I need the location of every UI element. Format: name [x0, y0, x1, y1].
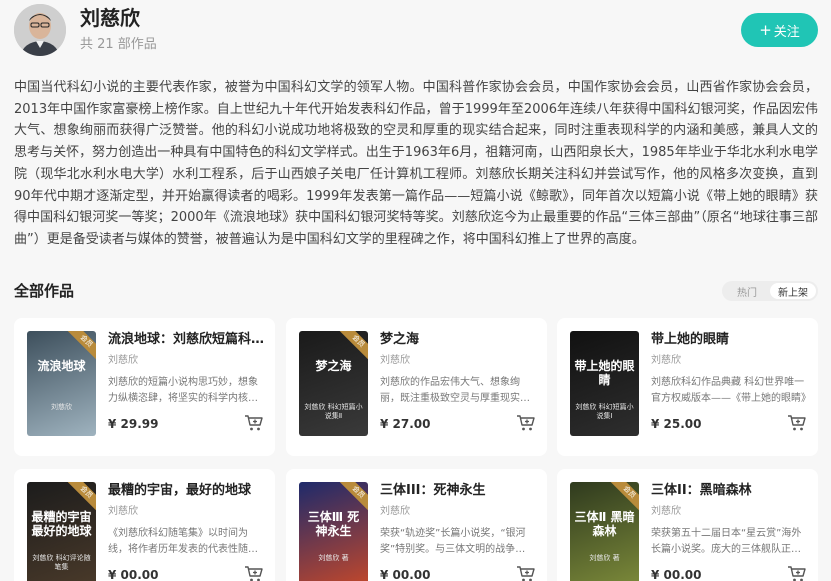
book-price: ¥ 00.00	[380, 568, 431, 581]
cover-title: 带上她的眼睛	[574, 359, 635, 387]
author-bio: 中国当代科幻小说的主要代表作家，被誉为中国科幻文学的领军人物。中国科普作家协会会…	[14, 80, 818, 247]
sort-toggle: 热门 新上架	[722, 281, 818, 301]
book-title[interactable]: 最糟的宇宙，最好的地球	[108, 482, 265, 500]
book-card[interactable]: 三体Ⅲ 死神永生 刘慈欣 著 会员 三体III：死神永生 刘慈欣 荣获“轨迹奖”…	[286, 469, 547, 581]
member-badge: 会员	[66, 482, 96, 512]
book-card[interactable]: 带上她的眼睛 刘慈欣 科幻短篇小说集Ⅰ 带上她的眼睛 刘慈欣 刘慈欣科幻作品典藏…	[557, 318, 818, 456]
book-price: ¥ 25.00	[651, 417, 702, 431]
book-title[interactable]: 三体III：死神永生	[380, 482, 537, 500]
book-description: 荣获第五十二届日本“星云赏”海外长篇小说奖。庞大的三体舰队正向地球进发	[651, 528, 802, 555]
add-to-cart-icon[interactable]	[787, 565, 807, 581]
author-page: 刘慈欣 共 21 部作品 + 关注 中国当代科幻小说的主要代表作家，被誉为中国科…	[0, 0, 831, 581]
book-author[interactable]: 刘慈欣	[380, 505, 410, 518]
works-count: 共 21 部作品	[80, 37, 157, 52]
book-description: 刘慈欣科幻作品典藏 科幻世界唯一官方权威版本——《带上她的眼睛》	[651, 377, 806, 404]
cover-subtitle: 刘慈欣 科幻评论随笔集	[32, 554, 91, 571]
book-cover[interactable]: 带上她的眼睛 刘慈欣 科幻短篇小说集Ⅰ	[570, 331, 639, 436]
cover-title: 梦之海	[315, 359, 352, 373]
add-to-cart-icon[interactable]	[244, 565, 264, 581]
cover-subtitle: 刘慈欣 科幻短篇小说集Ⅱ	[304, 403, 363, 420]
book-cover[interactable]: 三体Ⅲ 死神永生 刘慈欣 著 会员	[299, 482, 368, 581]
sort-option-hot[interactable]: 热门	[724, 283, 770, 299]
book-title[interactable]: 流浪地球：刘慈欣短篇科幻小说集	[108, 331, 265, 349]
book-author[interactable]: 刘慈欣	[108, 505, 138, 518]
book-author[interactable]: 刘慈欣	[108, 354, 138, 367]
add-to-cart-icon[interactable]	[244, 414, 264, 432]
avatar[interactable]	[14, 4, 66, 56]
author-name: 刘慈欣	[80, 6, 140, 30]
cover-subtitle: 刘慈欣 著	[589, 554, 620, 562]
add-to-cart-icon[interactable]	[516, 414, 536, 432]
book-description: 荣获“轨迹奖”长篇小说奖，“银河奖”特别奖。与三体文明的战争使人类首次看到了宇宙…	[380, 528, 526, 555]
sort-option-new[interactable]: 新上架	[770, 283, 816, 299]
cover-subtitle: 刘慈欣	[51, 403, 72, 411]
member-badge: 会员	[338, 482, 368, 512]
book-description: 刘慈欣的短篇小说构思巧妙，想象力纵横恣肆，将坚实的科学内核与宏大的人文情怀相结合	[108, 377, 258, 404]
book-card[interactable]: 最糟的宇宙 最好的地球 刘慈欣 科幻评论随笔集 会员 最糟的宇宙，最好的地球 刘…	[14, 469, 275, 581]
book-author[interactable]: 刘慈欣	[651, 505, 681, 518]
cover-subtitle: 刘慈欣 著	[318, 554, 349, 562]
book-card[interactable]: 梦之海 刘慈欣 科幻短篇小说集Ⅱ 会员 梦之海 刘慈欣 刘慈欣的作品宏伟大气、想…	[286, 318, 547, 456]
book-cover[interactable]: 流浪地球 刘慈欣 会员	[27, 331, 96, 436]
book-price: ¥ 00.00	[651, 568, 702, 581]
member-badge: 会员	[66, 331, 96, 361]
section-title: 全部作品	[14, 282, 75, 300]
book-author[interactable]: 刘慈欣	[651, 354, 681, 367]
cover-title: 三体Ⅲ 死神永生	[307, 510, 360, 538]
book-cover[interactable]: 梦之海 刘慈欣 科幻短篇小说集Ⅱ 会员	[299, 331, 368, 436]
book-card[interactable]: 三体Ⅱ 黑暗森林 刘慈欣 著 会员 三体II：黑暗森林 刘慈欣 荣获第五十二届日…	[557, 469, 818, 581]
book-cover[interactable]: 三体Ⅱ 黑暗森林 刘慈欣 著 会员	[570, 482, 639, 581]
book-price: ¥ 29.99	[108, 417, 159, 431]
cover-title: 最糟的宇宙 最好的地球	[31, 510, 92, 538]
follow-button[interactable]: + 关注	[741, 13, 818, 47]
plus-icon: +	[759, 20, 772, 39]
cover-title: 三体Ⅱ 黑暗森林	[574, 510, 635, 538]
book-cover[interactable]: 最糟的宇宙 最好的地球 刘慈欣 科幻评论随笔集 会员	[27, 482, 96, 581]
cover-subtitle: 刘慈欣 科幻短篇小说集Ⅰ	[575, 403, 634, 420]
book-description: 《刘慈欣科幻随笔集》以时间为线，将作者历年发表的代表性随笔收录成集	[108, 528, 258, 555]
cover-title: 流浪地球	[37, 359, 86, 373]
member-badge: 会员	[609, 482, 639, 512]
book-description: 刘慈欣的作品宏伟大气、想象绚丽，既注重极致空灵与厚重现实的结合	[380, 377, 530, 404]
follow-label: 关注	[773, 24, 800, 40]
book-title[interactable]: 三体II：黑暗森林	[651, 482, 808, 500]
add-to-cart-icon[interactable]	[516, 565, 536, 581]
add-to-cart-icon[interactable]	[787, 414, 807, 432]
book-author[interactable]: 刘慈欣	[380, 354, 410, 367]
book-price: ¥ 27.00	[380, 417, 431, 431]
book-price: ¥ 00.00	[108, 568, 159, 581]
member-badge: 会员	[338, 331, 368, 361]
book-title[interactable]: 带上她的眼睛	[651, 331, 808, 349]
book-card[interactable]: 流浪地球 刘慈欣 会员 流浪地球：刘慈欣短篇科幻小说集 刘慈欣 刘慈欣的短篇小说…	[14, 318, 275, 456]
book-title[interactable]: 梦之海	[380, 331, 537, 349]
